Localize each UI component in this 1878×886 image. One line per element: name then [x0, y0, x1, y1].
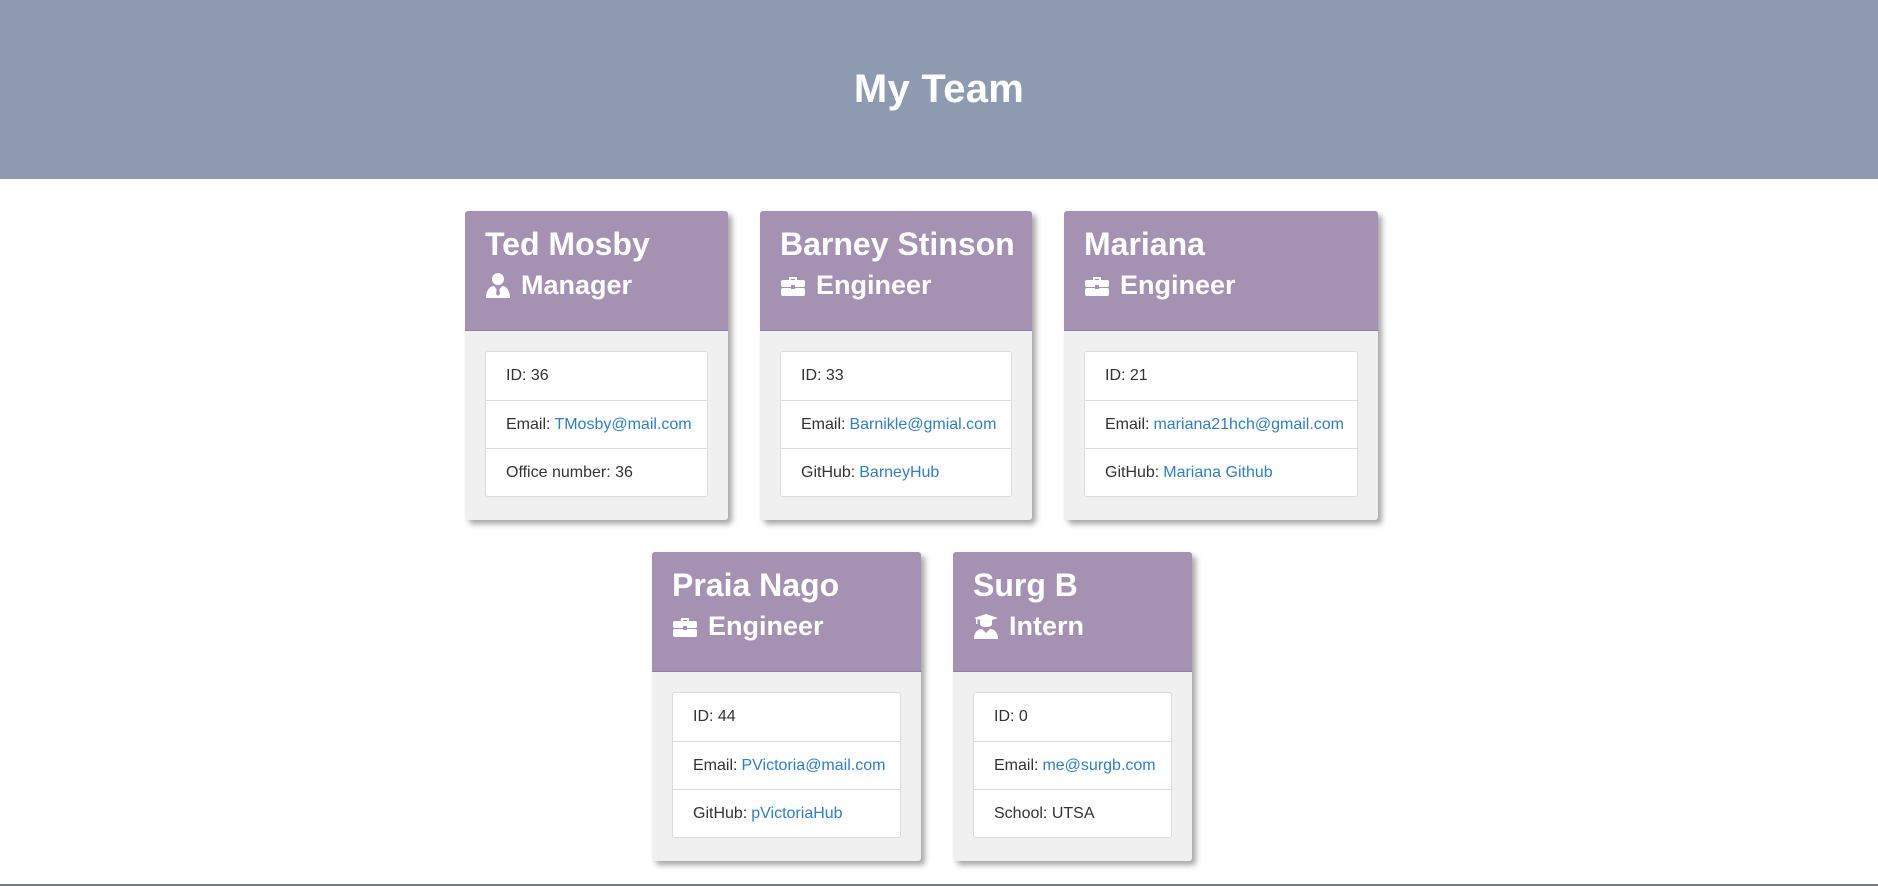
briefcase-icon	[1085, 277, 1109, 296]
employee-role: Engineer	[1084, 267, 1378, 303]
id-row: ID: 36	[506, 367, 549, 384]
user-tie-icon	[486, 273, 510, 298]
info-list: ID: 21 Email: mariana21hch@gmail.com Git…	[1084, 351, 1358, 497]
card-body: ID: 36 Email: TMosby@mail.com Office num…	[465, 331, 728, 517]
role-label: Engineer	[816, 270, 932, 300]
employee-name: Mariana	[1084, 226, 1205, 262]
employee-name: Surg B	[973, 567, 1078, 603]
employee-card-engineer: Mariana Engineer ID: 21 Email: mariana21…	[1064, 211, 1378, 520]
id-row: ID: 44	[693, 708, 736, 725]
email-row: Email: mariana21hch@gmail.com	[1085, 400, 1357, 448]
role-label: Manager	[521, 270, 633, 300]
card-header: Ted Mosby Manager	[465, 211, 728, 331]
card-header: Praia Nago Engineer	[652, 552, 921, 672]
info-list: ID: 36 Email: TMosby@mail.com Office num…	[485, 351, 708, 497]
role-label: Engineer	[1120, 270, 1236, 300]
card-body: ID: 33 Email: Barnikle@gmial.com GitHub:…	[760, 331, 1032, 517]
email-row: Email: TMosby@mail.com	[486, 400, 707, 448]
email-label: Email:	[1105, 415, 1150, 433]
email-label: Email:	[506, 415, 551, 433]
github-link[interactable]: Mariana Github	[1163, 464, 1272, 482]
info-list: ID: 44 Email: PVictoria@mail.com GitHub:…	[672, 692, 901, 838]
card-header: Barney Stinson Engineer	[760, 211, 1032, 331]
graduate-icon	[974, 614, 998, 639]
employee-card-engineer: Praia Nago Engineer ID: 44 Email: PVicto…	[652, 552, 921, 861]
card-header: Mariana Engineer	[1064, 211, 1378, 331]
github-row: GitHub: BarneyHub	[781, 448, 1011, 496]
id-row: ID: 0	[994, 708, 1028, 725]
email-link[interactable]: PVictoria@mail.com	[741, 757, 885, 775]
email-link[interactable]: me@surgb.com	[1042, 757, 1155, 775]
github-label: GitHub:	[801, 463, 856, 481]
id-row: ID: 33	[801, 367, 844, 384]
role-label: Intern	[1009, 611, 1085, 641]
card-body: ID: 0 Email: me@surgb.com School: UTSA	[953, 672, 1192, 858]
office-number-row: Office number: 36	[486, 448, 707, 496]
briefcase-icon	[673, 618, 697, 637]
github-label: GitHub:	[693, 804, 748, 822]
email-row: Email: PVictoria@mail.com	[673, 741, 900, 789]
school-row: School: UTSA	[974, 789, 1171, 837]
github-link[interactable]: pVictoriaHub	[751, 805, 842, 823]
email-link[interactable]: Barnikle@gmial.com	[849, 416, 996, 434]
employee-card-manager: Ted Mosby Manager ID: 36 Email: TMosby@m…	[465, 211, 728, 520]
employee-role: Manager	[485, 267, 728, 303]
email-row: Email: Barnikle@gmial.com	[781, 400, 1011, 448]
info-list: ID: 0 Email: me@surgb.com School: UTSA	[973, 692, 1172, 838]
employee-name: Ted Mosby	[485, 226, 650, 262]
employee-role: Intern	[973, 608, 1192, 644]
employee-card-intern: Surg B Intern ID: 0 Email: me@surgb.com …	[953, 552, 1192, 861]
email-label: Email:	[693, 756, 738, 774]
id-row: ID: 21	[1105, 367, 1148, 384]
briefcase-icon	[781, 277, 805, 296]
info-list: ID: 33 Email: Barnikle@gmial.com GitHub:…	[780, 351, 1012, 497]
employee-role: Engineer	[672, 608, 921, 644]
page-title: My Team	[853, 67, 1025, 111]
card-body: ID: 21 Email: mariana21hch@gmail.com Git…	[1064, 331, 1378, 517]
github-row: GitHub: pVictoriaHub	[673, 789, 900, 837]
email-link[interactable]: mariana21hch@gmail.com	[1153, 416, 1344, 434]
card-header: Surg B Intern	[953, 552, 1192, 672]
email-row: Email: me@surgb.com	[974, 741, 1171, 789]
github-link[interactable]: BarneyHub	[859, 464, 939, 482]
email-label: Email:	[994, 756, 1039, 774]
employee-role: Engineer	[780, 267, 1032, 303]
email-label: Email:	[801, 415, 846, 433]
employee-name: Praia Nago	[672, 567, 840, 603]
employee-card-engineer: Barney Stinson Engineer ID: 33 Email: Ba…	[760, 211, 1032, 520]
email-link[interactable]: TMosby@mail.com	[554, 416, 691, 434]
employee-name: Barney Stinson	[780, 226, 1015, 262]
github-label: GitHub:	[1105, 463, 1160, 481]
github-row: GitHub: Mariana Github	[1085, 448, 1357, 496]
role-label: Engineer	[708, 611, 824, 641]
card-body: ID: 44 Email: PVictoria@mail.com GitHub:…	[652, 672, 921, 858]
page-header: My Team	[0, 0, 1878, 179]
